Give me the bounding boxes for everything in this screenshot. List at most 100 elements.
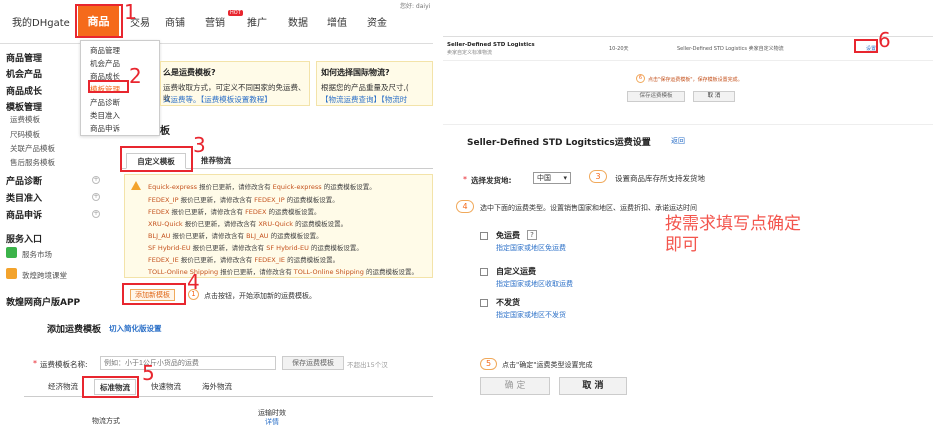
back-link[interactable]: 返回 <box>671 136 685 146</box>
step-circle: 4 <box>456 200 474 213</box>
save-template-button[interactable]: 保存运费模板 <box>627 91 685 102</box>
learning-icon <box>6 268 17 279</box>
freight-tip-box: 么是运费模板? 运费收取方式，可定义不同国家的免运费、收 义运费等。【运费模板设… <box>160 61 310 106</box>
highlight-box-1 <box>75 4 123 38</box>
warning-line: SF Hybrid-EU 报价已更新，请修改含有 SF Hybrid-EU 的运… <box>148 244 363 252</box>
sidebar-service-market[interactable]: 服务市场 <box>22 249 52 260</box>
user-greeting: 您好: daiyi <box>400 3 431 10</box>
sidebar-related-template[interactable]: 关联产品模板 <box>10 143 55 154</box>
nav-my-dhgate[interactable]: 我的DHgate <box>12 14 70 29</box>
nav-data[interactable]: 数据 <box>288 14 308 29</box>
type-hint: 选中下面的运费类型。设置销售国家和地区、运费折扣、承诺运达时间 <box>480 204 697 212</box>
sidebar-learning[interactable]: 敦煌跨境课堂 <box>22 270 67 281</box>
sidebar-size-template[interactable]: 尺码模板 <box>10 129 40 140</box>
tab-economy[interactable]: 经济物流 <box>43 379 83 395</box>
logistics-sub: 卖家自定义标准物流 <box>447 50 493 56</box>
add-template-hint: 点击按钮，开始添加新的运费模板。 <box>204 292 316 300</box>
warning-icon <box>131 181 141 190</box>
highlight-box-4 <box>122 283 186 305</box>
nav-marketing[interactable]: 营销 <box>205 14 225 29</box>
hot-badge: HOT <box>228 10 243 16</box>
dropdown-item[interactable]: 类目准入 <box>90 110 120 121</box>
tab-overseas[interactable]: 海外物流 <box>196 379 238 395</box>
no-shipping-checkbox[interactable] <box>480 299 488 307</box>
step-number-6: 6 <box>878 28 891 52</box>
step-circle: 5 <box>480 358 497 370</box>
sidebar-goods-mgmt[interactable]: 商品管理 <box>6 51 42 64</box>
sidebar-category[interactable]: 类目准入 <box>6 191 42 204</box>
dropdown-item[interactable]: 商品管理 <box>90 45 120 56</box>
cancel-button[interactable]: 取 消 <box>693 91 735 102</box>
sidebar-aftersale-template[interactable]: 售后服务模板 <box>10 157 55 168</box>
highlight-box-3 <box>120 146 193 172</box>
sidebar-app[interactable]: 敦煌网商户版APP <box>6 295 80 308</box>
tip-link[interactable]: 【物流运费查询】【物流时 <box>321 94 407 105</box>
sidebar-appeal[interactable]: 商品申诉 <box>6 208 42 221</box>
expand-plus-icon[interactable]: + <box>92 193 100 201</box>
add-template-title: 添加运费模板 <box>47 325 102 335</box>
service-market-icon <box>6 247 17 258</box>
confirm-hint: 点击"确定"运费类型设置完成 <box>502 361 593 369</box>
tip-text: 根据您的产品重量及尺寸,( <box>321 83 409 92</box>
nav-value-added[interactable]: 增值 <box>327 14 347 29</box>
sidebar-opportunity[interactable]: 机会产品 <box>6 67 42 80</box>
cancel-button[interactable]: 取 消 <box>559 377 627 395</box>
step-circle: 6 <box>636 74 645 83</box>
highlight-box-2 <box>88 80 129 93</box>
expand-plus-icon[interactable]: + <box>92 176 100 184</box>
origin-select[interactable]: 中国 ▾ <box>533 172 571 184</box>
tip-title: 如何选择国际物流? <box>321 68 390 77</box>
row-divider <box>443 36 933 37</box>
sidebar-growth[interactable]: 商品成长 <box>6 84 42 97</box>
logistics-desc: Seller-Defined STD Logistics 卖家自定义物流 <box>677 46 784 52</box>
nav-promotion[interactable]: 推广 <box>247 14 267 29</box>
step-circle: 3 <box>589 170 607 183</box>
step-number-5: 5 <box>142 361 155 385</box>
section-title: 板 <box>160 126 170 137</box>
free-shipping-link[interactable]: 指定国家或地区免运费 <box>496 243 566 253</box>
save-template-button[interactable]: 保存运费模板 <box>282 356 344 370</box>
tip-link[interactable]: 义运费等。【运费模板设置教程】 <box>163 94 272 105</box>
warning-line: BLJ_AU 报价已更新，请修改含有 BLJ_AU 的运费模板设置。 <box>148 232 323 240</box>
price-update-warning-box: Equick-express 报价已更新，请修改含有 Equick-expres… <box>124 174 433 278</box>
tip-title: 么是运费模板? <box>163 68 216 77</box>
confirm-button[interactable]: 确 定 <box>480 377 550 395</box>
top-nav-bar: 我的DHgate 交易 商铺 营销 HOT 推广 数据 增值 资金 您好: da… <box>0 0 433 44</box>
expand-plus-icon[interactable]: + <box>92 210 100 218</box>
sidebar-diagnosis[interactable]: 产品诊断 <box>6 174 42 187</box>
logistics-tip-box: 如何选择国际物流? 根据您的产品重量及尺寸,( 【物流运费查询】【物流时 <box>316 61 433 106</box>
highlight-box-6 <box>854 39 878 53</box>
warning-line: FEDEX 报价已更新，请修改含有 FEDEX 的运费模板设置。 <box>148 208 321 216</box>
no-shipping-link[interactable]: 指定国家或地区不发货 <box>496 310 566 320</box>
template-name-label: 运费模板名称: <box>40 360 88 369</box>
logistics-name: Seller-Defined STD Logistics <box>447 42 535 48</box>
annotation-note: 按需求填写点确定 即可 <box>665 214 801 256</box>
dropdown-item[interactable]: 机会产品 <box>90 58 120 69</box>
sidebar-freight-template[interactable]: 运费模板 <box>10 114 40 125</box>
step-number-3: 3 <box>193 133 206 157</box>
name-limit-hint: 不超出15个汉 <box>347 361 388 369</box>
warning-line: FEDEX_IP 报价已更新，请修改含有 FEDEX_IP 的运费模板设置。 <box>148 196 339 204</box>
nav-shop[interactable]: 商铺 <box>165 14 185 29</box>
step-number-2: 2 <box>129 64 142 88</box>
free-shipping-label: 免运费 <box>496 231 520 240</box>
no-shipping-label: 不发货 <box>496 298 520 307</box>
template-name-input[interactable] <box>100 356 276 370</box>
custom-freight-link[interactable]: 指定国家或地区收取运费 <box>496 279 573 289</box>
step-number-1: 1 <box>124 0 137 24</box>
free-shipping-checkbox[interactable] <box>480 232 488 240</box>
help-icon[interactable]: ? <box>527 230 537 240</box>
required-mark: * <box>33 359 37 368</box>
sidebar-template-mgmt[interactable]: 模板管理 <box>6 100 42 113</box>
origin-label: 选择发货地: <box>471 176 512 185</box>
simplified-setting-link[interactable]: 切入简化版设置 <box>109 323 162 334</box>
nav-funds[interactable]: 资金 <box>367 14 387 29</box>
required-mark: * <box>463 175 467 184</box>
custom-freight-checkbox[interactable] <box>480 268 488 276</box>
warning-line: XRU-Quick 报价已更新，请修改含有 XRU-Quick 的运费模板设置。 <box>148 220 348 228</box>
dropdown-item[interactable]: 产品诊断 <box>90 97 120 108</box>
dropdown-item[interactable]: 商品申诉 <box>90 123 120 134</box>
warning-line: Equick-express 报价已更新，请修改含有 Equick-expres… <box>148 183 376 191</box>
logistics-days: 10-20天 <box>609 46 629 52</box>
time-details-link[interactable]: 详情 <box>265 417 279 427</box>
